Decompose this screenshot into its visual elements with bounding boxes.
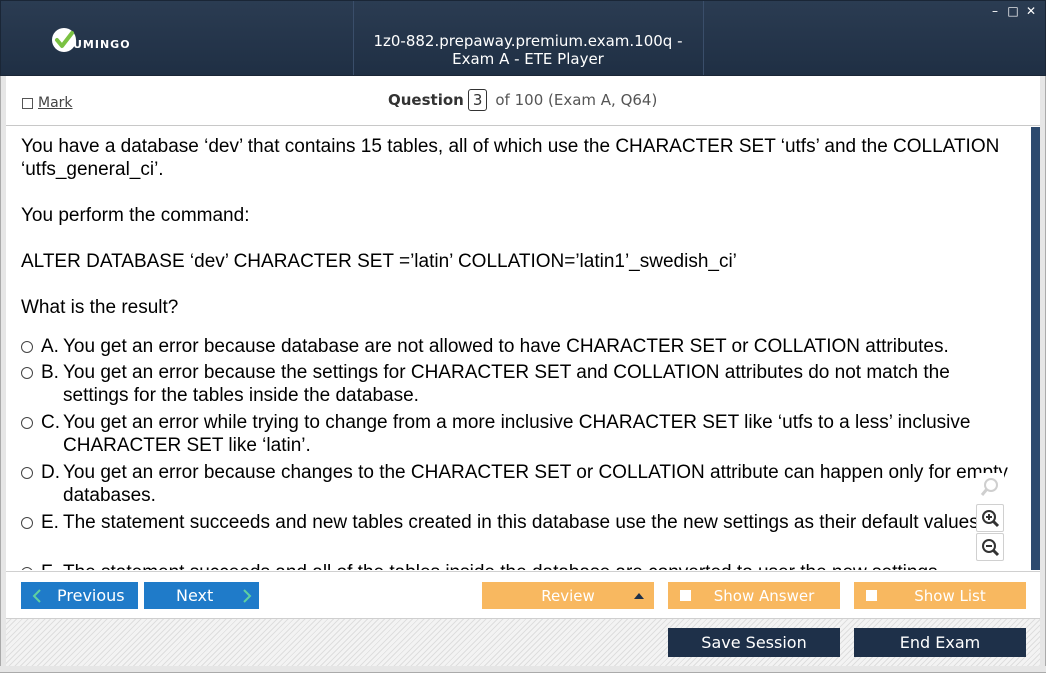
question-command: ALTER DATABASE ‘dev’ CHARACTER SET =’lat…	[21, 251, 737, 272]
window-title: 1z0-882.prepaway.premium.exam.100q - Exa…	[373, 32, 683, 68]
chevron-right-icon	[243, 588, 252, 603]
answer-option-a[interactable]: A. You get an error because database are…	[21, 335, 1011, 358]
vertical-scrollbar[interactable]	[1031, 127, 1040, 570]
question-paragraph: You perform the command:	[21, 205, 250, 226]
radio-button[interactable]	[21, 517, 33, 529]
question-paragraph: You have a database ‘dev’ that contains …	[21, 136, 1000, 180]
mark-checkbox[interactable]: Mark	[22, 95, 73, 111]
mark-checkbox-box[interactable]	[22, 97, 33, 109]
mark-label: Mark	[38, 95, 73, 111]
previous-button[interactable]: Previous	[21, 582, 138, 609]
option-letter: C.	[41, 412, 60, 433]
minimize-icon[interactable]: –	[989, 5, 1001, 17]
chevron-left-icon	[32, 588, 41, 603]
footer-bar: Save Session End Exam	[6, 618, 1040, 666]
previous-label: Previous	[57, 586, 125, 605]
next-button[interactable]: Next	[144, 582, 259, 609]
option-letter: F.	[41, 561, 63, 570]
maximize-icon[interactable]: □	[1007, 5, 1019, 17]
question-prompt: What is the result?	[21, 297, 179, 318]
next-label: Next	[176, 586, 214, 605]
question-counter: Question 3 of 100 (Exam A, Q64)	[388, 89, 657, 111]
navigation-bar: Previous Next Review Show Answer Show Li…	[6, 571, 1040, 617]
review-button[interactable]: Review	[482, 582, 654, 609]
window-controls: – □ ✕	[989, 5, 1037, 17]
show-answer-button[interactable]: Show Answer	[668, 582, 840, 609]
question-number-input[interactable]: 3	[467, 89, 488, 111]
answer-option-c[interactable]: C. You get an error while trying to chan…	[21, 411, 1011, 457]
option-text: You get an error because database are no…	[63, 336, 949, 357]
option-text: The statement succeeds and new tables cr…	[63, 512, 984, 533]
show-list-checkbox[interactable]	[866, 590, 877, 601]
show-list-label: Show List	[914, 586, 986, 605]
answer-option-f[interactable]: F. The statement succeeds and all of the…	[21, 561, 1011, 570]
option-letter: A.	[41, 336, 59, 357]
show-answer-checkbox[interactable]	[680, 590, 691, 601]
option-text: You get an error while trying to change …	[63, 412, 971, 456]
close-icon[interactable]: ✕	[1025, 5, 1037, 17]
question-header: Mark Question 3 of 100 (Exam A, Q64)	[6, 76, 1040, 126]
show-answer-label: Show Answer	[713, 586, 815, 605]
window-frame-right	[1040, 76, 1046, 673]
option-letter: E.	[41, 512, 59, 533]
question-content: You have a database ‘dev’ that contains …	[6, 127, 1026, 570]
zoom-in-icon[interactable]	[976, 504, 1004, 532]
zoom-out-icon[interactable]	[976, 533, 1004, 561]
question-total: of 100 (Exam A, Q64)	[495, 91, 658, 109]
save-session-button[interactable]: Save Session	[668, 628, 840, 657]
option-letter: B.	[41, 362, 59, 383]
radio-button[interactable]	[21, 367, 33, 379]
answer-option-b[interactable]: B. You get an error because the settings…	[21, 361, 1011, 407]
end-exam-button[interactable]: End Exam	[854, 628, 1026, 657]
title-separator	[703, 1, 704, 75]
option-text: The statement succeeds and all of the ta…	[63, 561, 1011, 570]
review-label: Review	[541, 586, 595, 605]
window-frame-bottom	[0, 666, 1046, 673]
option-text: You get an error because changes to the …	[63, 462, 1008, 506]
radio-button[interactable]	[21, 467, 33, 479]
triangle-up-icon	[634, 593, 644, 599]
zoom-reset-icon[interactable]	[976, 473, 1004, 501]
radio-button[interactable]	[21, 341, 33, 353]
option-text: You get an error because the settings fo…	[63, 362, 950, 406]
radio-button[interactable]	[21, 567, 33, 570]
show-list-button[interactable]: Show List	[854, 582, 1026, 609]
answer-option-d[interactable]: D. You get an error because changes to t…	[21, 461, 1011, 507]
option-letter: D.	[41, 462, 60, 483]
app-logo: UMINGO	[51, 25, 131, 55]
radio-button[interactable]	[21, 417, 33, 429]
title-bar: UMINGO 1z0-882.prepaway.premium.exam.100…	[0, 0, 1046, 76]
question-label: Question	[388, 91, 464, 109]
logo-text: UMINGO	[73, 37, 131, 51]
answer-option-e[interactable]: E. The statement succeeds and new tables…	[21, 511, 1011, 534]
